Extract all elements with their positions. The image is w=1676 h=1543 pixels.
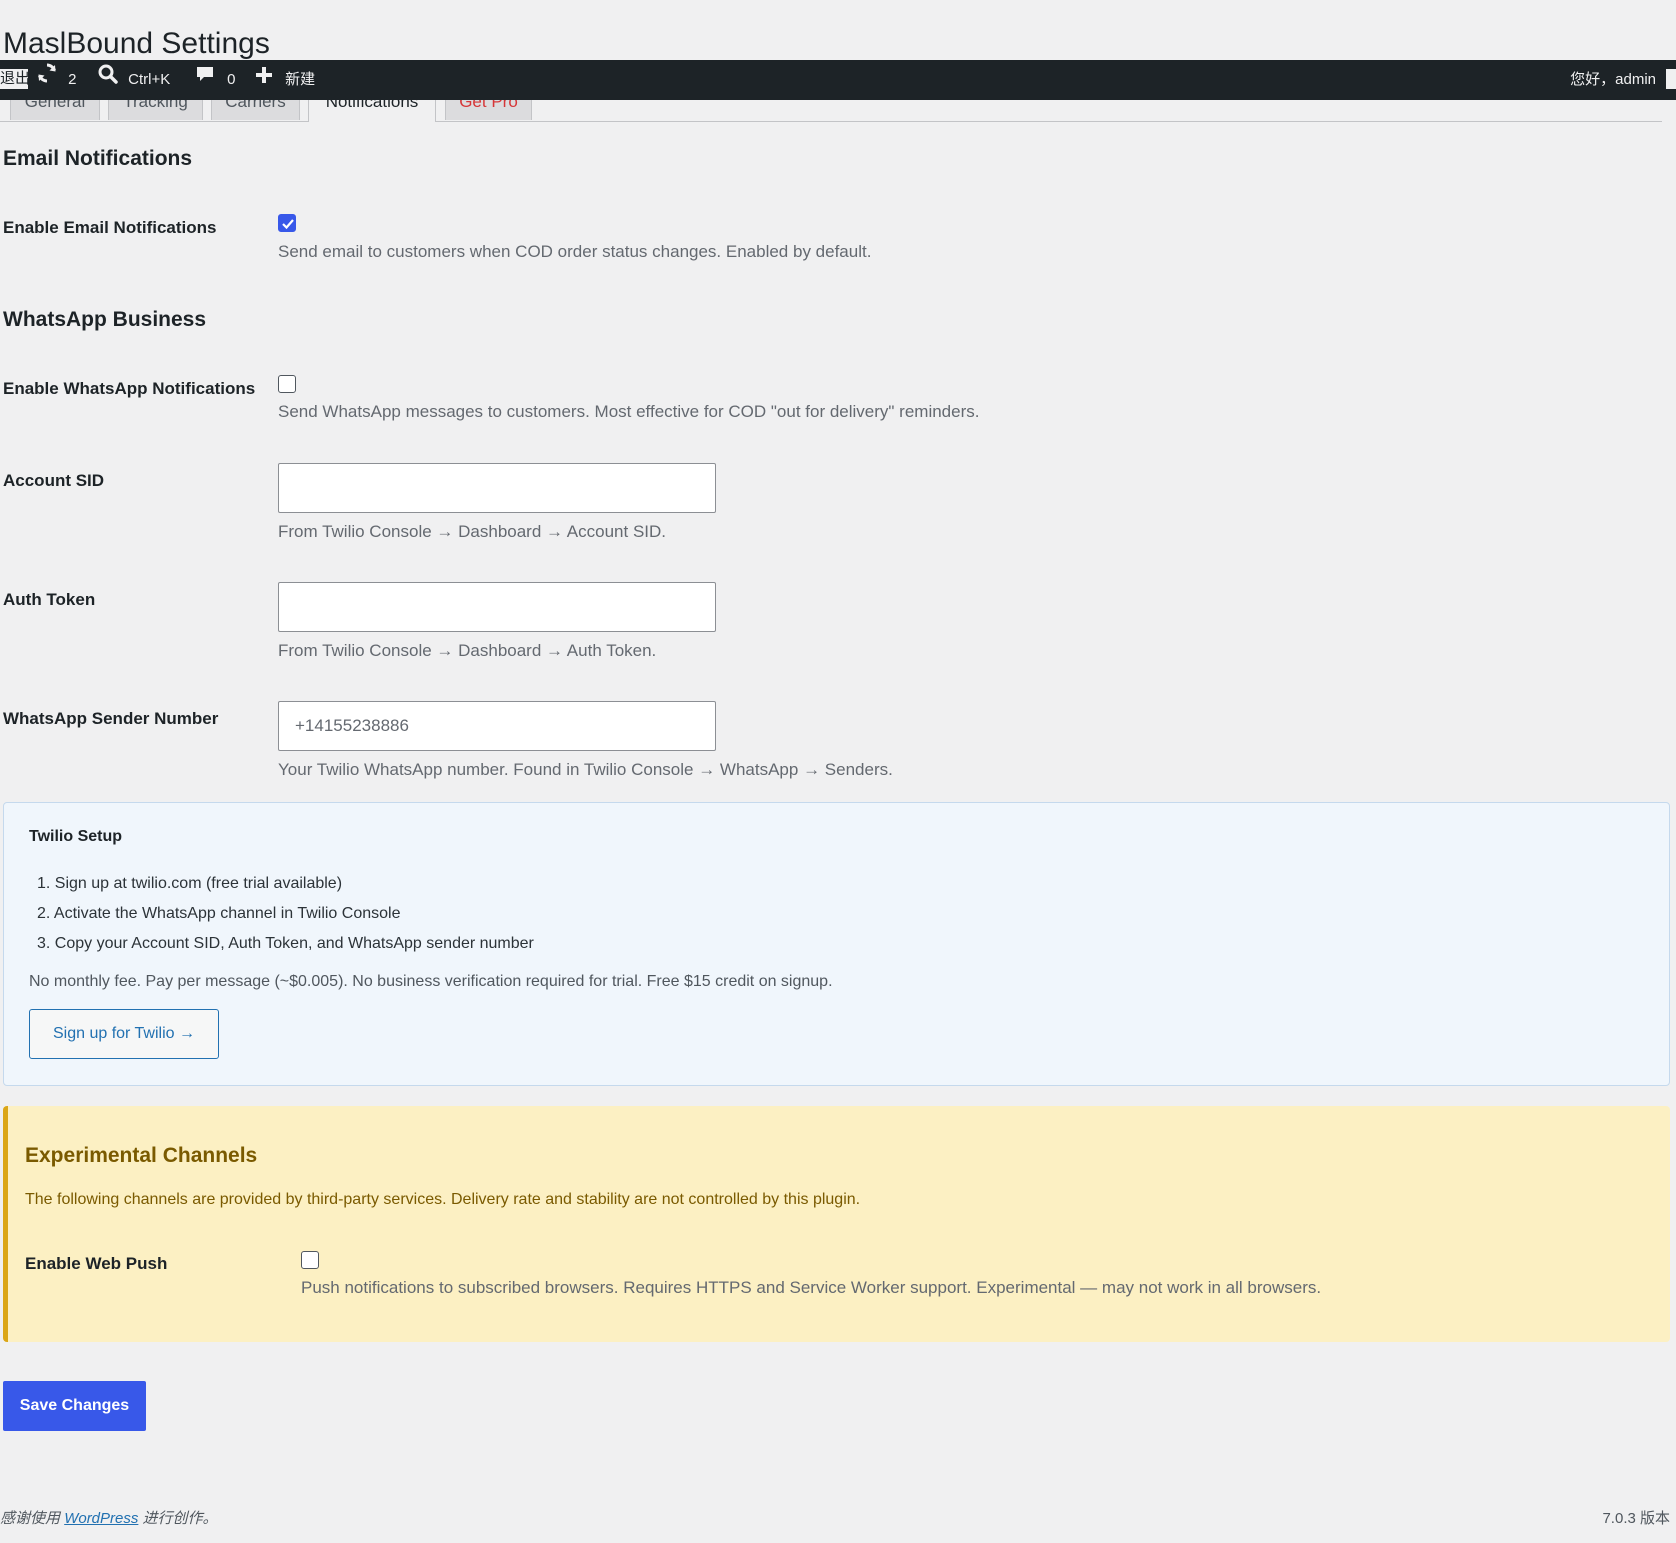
email-description: Send email to customers when COD order s… — [278, 242, 872, 261]
enable-web-push-label: Enable Web Push — [25, 1254, 168, 1273]
enable-email-label: Enable Email Notifications — [3, 218, 217, 237]
comment-icon — [195, 60, 215, 100]
footer-thanks-suffix: 进行创作。 — [142, 1510, 218, 1527]
checkmark-icon — [282, 219, 294, 230]
twilio-signup-button[interactable]: Sign up for Twilio → — [29, 1009, 219, 1059]
twilio-step: 3. Copy your Account SID, Auth Token, an… — [37, 935, 534, 952]
comments-link[interactable]: 0 — [195, 60, 236, 100]
enable-whatsapp-label: Enable WhatsApp Notifications — [3, 379, 256, 398]
new-content-link[interactable]: 新建 — [255, 60, 315, 100]
twilio-step: 1. Sign up at twilio.com (free trial ava… — [37, 875, 343, 892]
footer-version: 7.0.3 版本 — [1602, 1510, 1670, 1527]
plus-icon — [255, 60, 273, 100]
updates-count: 2 — [68, 71, 77, 88]
twilio-setup-title: Twilio Setup — [29, 828, 123, 845]
page-title: MaslBound Settings — [3, 27, 270, 60]
footer-thanks: 感谢使用 WordPress 进行创作。 — [0, 1507, 218, 1528]
email-notifications-heading: Email Notifications — [3, 147, 193, 170]
comments-count: 0 — [227, 71, 236, 88]
account-sid-description: From Twilio Console → Dashboard → Accoun… — [278, 522, 667, 541]
search-icon — [98, 60, 118, 100]
twilio-step: 2. Activate the WhatsApp channel in Twil… — [37, 905, 401, 922]
twilio-steps-list: 1. Sign up at twilio.com (free trial ava… — [37, 869, 534, 959]
whatsapp-description: Send WhatsApp messages to customers. Mos… — [278, 402, 980, 421]
twilio-pricing-note: No monthly fee. Pay per message (~$0.005… — [29, 973, 833, 990]
search-shortcut-label: Ctrl+K — [128, 71, 171, 88]
auth-token-label: Auth Token — [3, 590, 96, 609]
admin-bar: 退出 2 Ctrl+K 0 新建 您好，admin — [0, 60, 1676, 100]
account-sid-label: Account SID — [3, 471, 105, 490]
enable-web-push-checkbox[interactable] — [301, 1251, 319, 1269]
refresh-icon — [36, 60, 58, 100]
auth-token-input[interactable] — [278, 582, 716, 632]
footer-thanks-prefix: 感谢使用 — [0, 1510, 61, 1527]
twilio-setup-box: Twilio Setup 1. Sign up at twilio.com (f… — [3, 802, 1670, 1086]
account-greeting[interactable]: 您好，admin — [1570, 60, 1656, 100]
search-shortcut[interactable]: Ctrl+K — [98, 60, 170, 100]
save-changes-button[interactable]: Save Changes — [3, 1381, 146, 1431]
enable-email-checkbox[interactable] — [278, 214, 296, 232]
logout-link[interactable]: 退出 — [0, 69, 28, 89]
sender-number-input[interactable] — [278, 701, 716, 751]
new-content-label: 新建 — [285, 71, 316, 88]
sender-number-description: Your Twilio WhatsApp number. Found in Tw… — [278, 760, 893, 779]
account-sid-input[interactable] — [278, 463, 716, 513]
experimental-title: Experimental Channels — [25, 1144, 258, 1167]
web-push-description: Push notifications to subscribed browser… — [301, 1278, 1322, 1297]
wordpress-link[interactable]: WordPress — [64, 1510, 138, 1527]
auth-token-description: From Twilio Console → Dashboard → Auth T… — [278, 641, 657, 660]
experimental-description: The following channels are provided by t… — [25, 1191, 861, 1208]
sender-number-label: WhatsApp Sender Number — [3, 709, 219, 728]
experimental-channels-notice: Experimental Channels The following chan… — [3, 1106, 1670, 1342]
updates-link[interactable]: 2 — [36, 60, 77, 100]
avatar[interactable] — [1666, 69, 1676, 89]
whatsapp-business-heading: WhatsApp Business — [3, 308, 207, 331]
enable-whatsapp-checkbox[interactable] — [278, 375, 296, 393]
